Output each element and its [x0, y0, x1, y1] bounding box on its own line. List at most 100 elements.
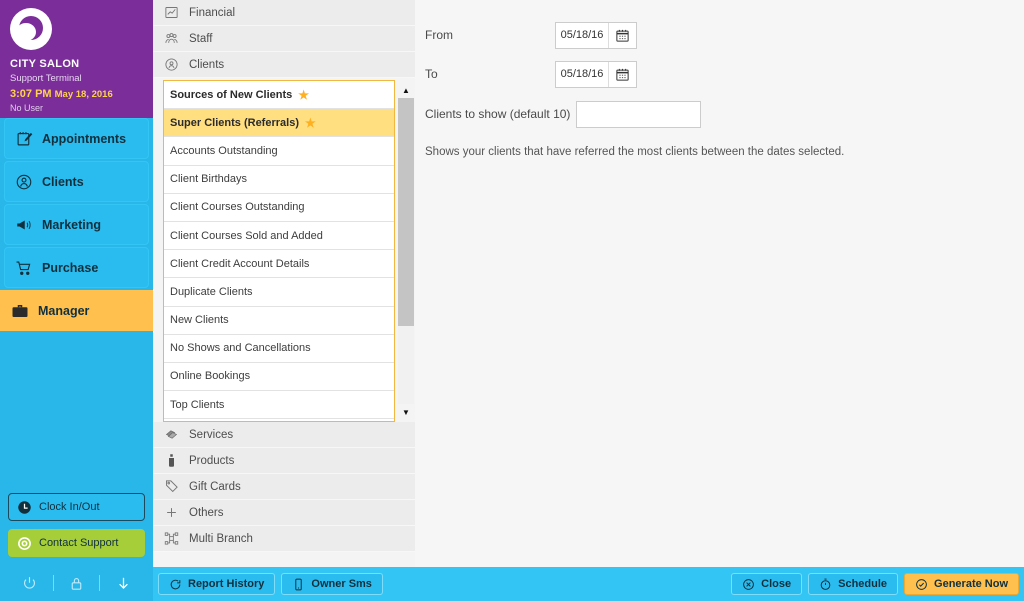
category-clients[interactable]: Clients [153, 52, 415, 78]
generate-now-label: Generate Now [934, 578, 1008, 590]
report-list-item[interactable]: Top Clients [164, 391, 394, 420]
report-list-item[interactable]: Sources of New Clients ★ [164, 81, 394, 110]
lock-icon[interactable] [68, 575, 85, 592]
current-user: No User [10, 103, 44, 113]
current-time: 3:07 PM May 18, 2016 [10, 88, 143, 100]
from-date-value[interactable]: 05/18/16 [556, 22, 609, 48]
report-history-button[interactable]: Report History [158, 573, 276, 595]
to-date-field[interactable]: 05/18/16 [555, 60, 637, 88]
products-bottle-icon [163, 452, 180, 469]
close-x-circle-icon [742, 578, 755, 591]
moon-logo-icon [10, 8, 52, 50]
scroll-down-arrow-icon[interactable]: ▼ [398, 404, 414, 420]
manager-briefcase-icon [10, 301, 30, 321]
from-date-field[interactable]: 05/18/16 [555, 21, 637, 49]
report-list-item[interactable]: Client Courses Outstanding [164, 194, 394, 222]
bottom-toolbar-right: Close Schedule Generate Now [731, 573, 1019, 595]
report-item-label: Duplicate Clients [170, 285, 253, 298]
report-item-label: No Shows and Cancellations [170, 342, 311, 355]
category-multi-branch[interactable]: Multi Branch [153, 526, 415, 552]
report-list-item[interactable]: Client Credit Account Details [164, 250, 394, 279]
calendar-icon [616, 29, 629, 42]
download-arrow-icon[interactable] [115, 575, 132, 592]
purchase-cart-icon [14, 258, 34, 278]
clients-to-show-input[interactable] [576, 100, 702, 128]
report-item-label: Online Bookings [170, 370, 251, 383]
to-date-value[interactable]: 05/18/16 [556, 61, 609, 87]
report-list-item[interactable]: Super Clients (Referrals) ★ [164, 109, 394, 138]
favorite-star-icon[interactable]: ★ [298, 89, 309, 101]
sidebar-item-marketing[interactable]: Marketing [4, 204, 149, 245]
category-staff[interactable]: Staff [153, 26, 415, 52]
sidebar: CITY SALON Support Terminal 3:07 PM May … [0, 0, 153, 601]
from-label: From [425, 28, 453, 42]
category-label: Staff [189, 32, 213, 45]
clients-to-show-row: Clients to show (default 10) [425, 99, 1024, 129]
close-label: Close [761, 578, 792, 590]
salon-name: CITY SALON [10, 58, 80, 70]
to-calendar-button[interactable] [609, 61, 636, 87]
category-products[interactable]: Products [153, 448, 415, 474]
category-services[interactable]: Services [153, 422, 415, 448]
category-label: Products [189, 454, 235, 467]
to-date-row: To 05/18/16 [425, 57, 1024, 91]
report-list-item[interactable]: Duplicate Clients [164, 278, 394, 307]
sidebar-item-purchase[interactable]: Purchase [4, 247, 149, 288]
clients-to-show-label: Clients to show (default 10) [425, 107, 571, 121]
staff-group-icon [163, 30, 180, 47]
favorite-star-icon[interactable]: ★ [305, 117, 316, 129]
report-list-item[interactable]: Client Birthdays [164, 166, 394, 194]
from-calendar-button[interactable] [609, 22, 636, 48]
report-list-scrollbar[interactable]: ▲ ▼ [398, 80, 414, 422]
sidebar-item-label: Clients [42, 174, 84, 189]
power-icon[interactable] [21, 575, 38, 592]
report-list[interactable]: Sources of New Clients ★ Super Clients (Re… [163, 80, 395, 422]
category-financial[interactable]: Financial [153, 0, 415, 26]
report-item-label: Client Birthdays [170, 173, 248, 186]
sidebar-item-label: Appointments [42, 131, 127, 146]
category-others[interactable]: Others [153, 500, 415, 526]
report-category-column: Financial Staff Clients Sources of New C… [153, 0, 415, 567]
category-label: Financial [189, 6, 236, 19]
clock-in-out-button[interactable]: Clock In/Out [8, 493, 145, 521]
category-gift-cards[interactable]: Gift Cards [153, 474, 415, 500]
stopwatch-icon [819, 578, 832, 591]
scrollbar-thumb[interactable] [398, 98, 414, 326]
calendar-icon [616, 68, 629, 81]
report-list-item[interactable]: No Shows and Cancellations [164, 335, 394, 363]
owner-sms-label: Owner Sms [311, 578, 372, 590]
system-icon-bar [0, 565, 153, 601]
scrollbar-track[interactable] [398, 98, 414, 404]
sidebar-item-appointments[interactable]: Appointments [4, 118, 149, 159]
to-label: To [425, 67, 438, 81]
schedule-label: Schedule [838, 578, 888, 590]
sidebar-item-clients[interactable]: Clients [4, 161, 149, 202]
report-history-label: Report History [188, 578, 265, 590]
gift-card-tag-icon [163, 478, 180, 495]
close-button[interactable]: Close [731, 573, 803, 595]
report-item-label: Client Courses Sold and Added [170, 229, 323, 242]
report-list-item[interactable]: Accounts Outstanding [164, 137, 394, 166]
sidebar-item-label: Manager [38, 303, 90, 318]
clock-icon [17, 500, 32, 515]
sidebar-item-label: Purchase [42, 260, 99, 275]
marketing-megaphone-icon [14, 215, 34, 235]
sidebar-item-manager[interactable]: Manager [0, 290, 153, 331]
category-label: Multi Branch [189, 532, 253, 545]
history-refresh-icon [169, 578, 182, 591]
multi-branch-icon [163, 530, 180, 547]
report-description: Shows your clients that have referred th… [425, 146, 845, 158]
support-button-label: Contact Support [39, 537, 119, 549]
contact-support-button[interactable]: Contact Support [8, 529, 145, 557]
report-list-item[interactable]: Online Bookings [164, 363, 394, 392]
owner-sms-button[interactable]: Owner Sms [281, 573, 383, 595]
brand-header: CITY SALON Support Terminal 3:07 PM May … [0, 0, 153, 118]
plus-icon [163, 504, 180, 521]
client-person-icon [163, 56, 180, 73]
report-list-item[interactable]: Client Courses Sold and Added [164, 222, 394, 251]
generate-now-button[interactable]: Generate Now [904, 573, 1019, 595]
schedule-button[interactable]: Schedule [808, 573, 899, 595]
services-icon [163, 426, 180, 443]
scroll-up-arrow-icon[interactable]: ▲ [398, 82, 414, 98]
report-list-item[interactable]: New Clients [164, 307, 394, 335]
